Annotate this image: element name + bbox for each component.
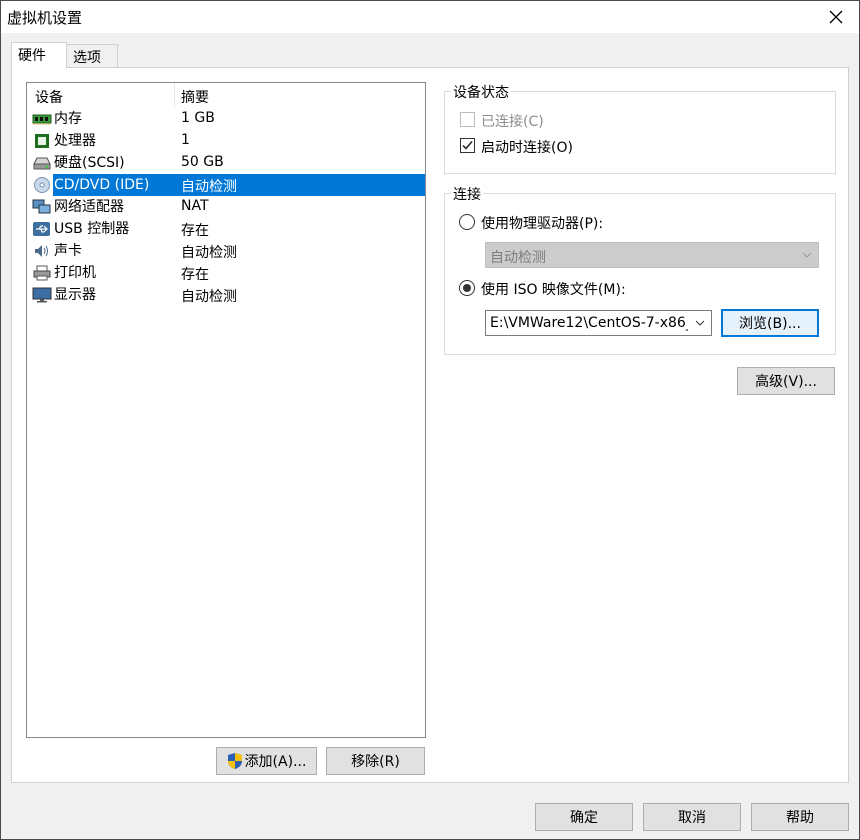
device-name: 打印机 <box>54 265 96 281</box>
device-summary: 自动检测 <box>181 179 237 195</box>
close-button[interactable] <box>813 1 859 33</box>
device-row-display[interactable]: 显示器 自动检测 <box>27 284 425 306</box>
device-summary: 存在 <box>181 267 209 283</box>
browse-label: 浏览(B)... <box>739 316 801 332</box>
sound-icon <box>35 245 48 257</box>
chevron-down-icon <box>802 252 812 258</box>
iso-path-combobox[interactable]: E:\VMWare12\CentOS-7-x86_64 <box>485 310 712 336</box>
close-icon <box>829 10 843 24</box>
connection-title: 连接 <box>451 184 483 204</box>
remove-device-button[interactable]: 移除(R) <box>326 747 425 775</box>
device-summary: 自动检测 <box>181 245 237 261</box>
network-adapter-icon <box>32 199 51 214</box>
physical-drive-value: 自动检测 <box>490 250 546 266</box>
add-device-button[interactable]: 添加(A)... <box>216 747 317 775</box>
ok-label: 确定 <box>570 810 598 826</box>
iso-path-value: E:\VMWare12\CentOS-7-x86_64 <box>490 315 688 331</box>
device-summary: 1 <box>181 132 190 148</box>
device-name: 硬盘(SCSI) <box>54 155 125 171</box>
column-header-device[interactable]: 设备 <box>35 87 63 107</box>
radio-selected-dot <box>463 284 471 292</box>
device-status-group <box>444 91 836 174</box>
advanced-label: 高级(V)... <box>755 374 817 390</box>
device-name: 处理器 <box>54 133 96 149</box>
device-row-cd-dvd[interactable]: CD/DVD (IDE) 自动检测 <box>27 174 425 196</box>
physical-drive-select[interactable]: 自动检测 <box>485 242 819 268</box>
device-row-network-adapter[interactable]: 网络适配器 NAT <box>27 196 425 218</box>
remove-device-label: 移除(R) <box>351 754 400 770</box>
tab-hardware[interactable]: 硬件 <box>11 42 67 68</box>
cancel-button[interactable]: 取消 <box>643 803 741 831</box>
device-row-sound[interactable]: 声卡 自动检测 <box>27 240 425 262</box>
column-separator[interactable] <box>174 83 175 107</box>
connect-at-power-on-label: 启动时连接(O) <box>481 140 573 156</box>
physical-drive-label: 使用物理驱动器(P): <box>481 216 604 232</box>
device-row-processor[interactable]: 处理器 1 <box>27 130 425 152</box>
device-row-usb[interactable]: USB 控制器 存在 <box>27 218 425 240</box>
column-header-summary[interactable]: 摘要 <box>181 87 209 107</box>
device-row-hard-disk[interactable]: 硬盘(SCSI) 50 GB <box>27 152 425 174</box>
device-name: 显示器 <box>54 287 96 303</box>
printer-icon <box>33 265 51 281</box>
tab-options-label: 选项 <box>73 50 101 66</box>
display-icon <box>32 287 52 303</box>
cancel-label: 取消 <box>678 810 706 826</box>
device-name: 网络适配器 <box>54 199 124 215</box>
tab-hardware-label: 硬件 <box>18 48 46 64</box>
physical-drive-radio[interactable] <box>459 214 475 230</box>
cd-dvd-icon <box>34 177 50 193</box>
device-name: CD/DVD (IDE) <box>54 177 150 193</box>
vm-settings-dialog: 虚拟机设置 硬件 选项 设备 摘要 内存 1 GB 处理器 1 硬盘(SCSI) <box>0 0 860 840</box>
device-status-title: 设备状态 <box>451 82 511 102</box>
tab-options[interactable]: 选项 <box>66 44 118 68</box>
device-summary: 50 GB <box>181 154 224 170</box>
processor-icon <box>35 134 49 148</box>
device-summary: 自动检测 <box>181 289 237 305</box>
device-summary: 1 GB <box>181 110 215 126</box>
device-summary: NAT <box>181 198 209 214</box>
connected-checkbox[interactable] <box>460 112 475 127</box>
advanced-button[interactable]: 高级(V)... <box>737 367 835 395</box>
device-name: USB 控制器 <box>54 221 130 237</box>
help-label: 帮助 <box>786 810 814 826</box>
device-row-printer[interactable]: 打印机 存在 <box>27 262 425 284</box>
title-bar: 虚拟机设置 <box>1 1 859 33</box>
help-button[interactable]: 帮助 <box>751 803 849 831</box>
memory-icon <box>32 114 52 125</box>
add-device-label: 添加(A)... <box>244 754 307 770</box>
chevron-down-icon <box>695 320 705 326</box>
iso-image-label: 使用 ISO 映像文件(M): <box>481 282 626 298</box>
window-title: 虚拟机设置 <box>7 9 83 27</box>
device-name: 内存 <box>54 111 82 127</box>
checkmark-icon <box>462 141 473 150</box>
device-list[interactable]: 设备 摘要 内存 1 GB 处理器 1 硬盘(SCSI) 50 GB CD/DV… <box>26 82 426 738</box>
connect-at-power-on-checkbox[interactable] <box>460 138 475 153</box>
iso-image-radio[interactable] <box>459 280 475 296</box>
device-summary: 存在 <box>181 223 209 239</box>
hard-disk-icon <box>33 157 51 170</box>
device-name: 声卡 <box>54 243 82 259</box>
browse-button[interactable]: 浏览(B)... <box>721 309 819 337</box>
uac-shield-icon <box>227 753 242 769</box>
ok-button[interactable]: 确定 <box>535 803 633 831</box>
connected-label: 已连接(C) <box>481 114 544 130</box>
usb-icon <box>33 222 50 236</box>
device-row-memory[interactable]: 内存 1 GB <box>27 108 425 130</box>
device-list-header: 设备 摘要 <box>27 83 425 107</box>
